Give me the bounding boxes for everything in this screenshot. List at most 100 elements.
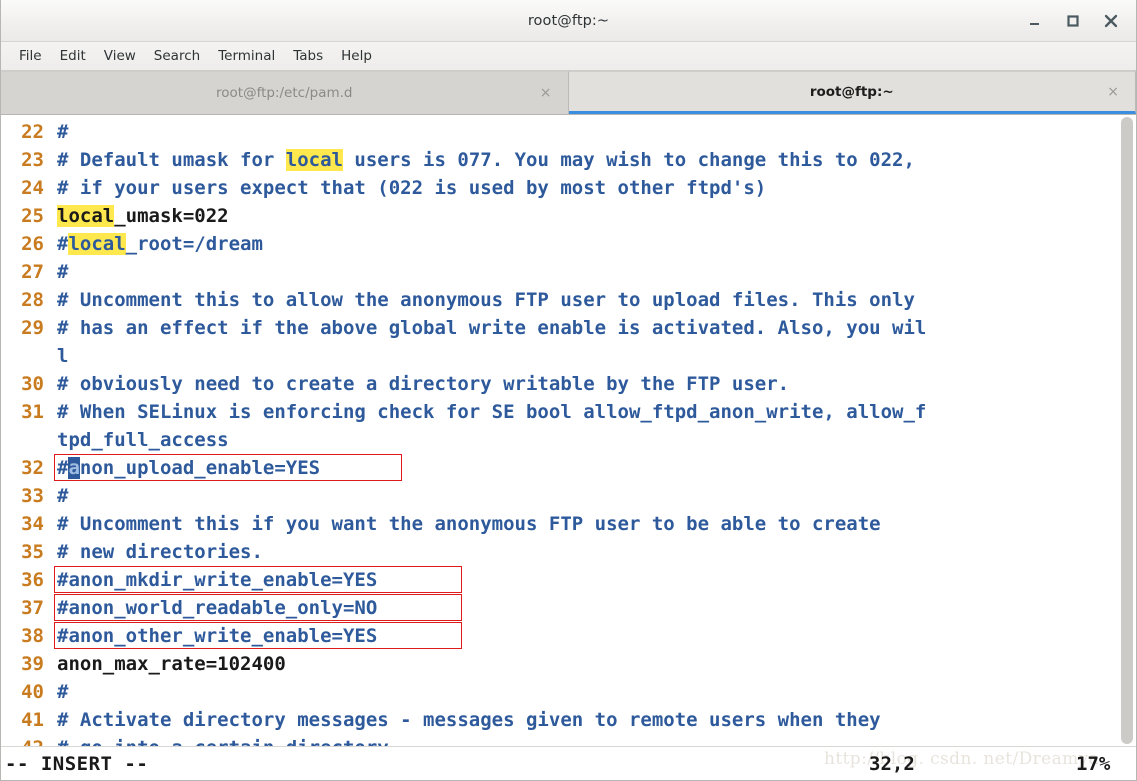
editor-line: 29 # has an effect if the above global wr… [1, 314, 1117, 342]
line-text-segment: _umask=022 [114, 205, 229, 227]
editor-line: 28 # Uncomment this to allow the anonymou… [1, 286, 1117, 314]
line-number: 37 [21, 597, 44, 619]
editor-line: 37 #anon_world_readable_only=NO [1, 594, 1117, 622]
editor-line: 38 #anon_other_write_enable=YES [1, 622, 1117, 650]
editor-line-text: tpd_full_access [57, 429, 229, 451]
editor-line-text: # [57, 485, 69, 507]
line-text-segment: non_upload_enable=YES [79, 457, 321, 479]
menu-item-tabs[interactable]: Tabs [284, 46, 332, 66]
tab-bar: root@ftp:/etc/pam.d × root@ftp:~ × [1, 71, 1136, 115]
cursor-position: 32,2 [869, 752, 915, 775]
menu-item-help[interactable]: Help [332, 46, 381, 66]
editor-line: 30 # obviously need to create a directory… [1, 370, 1117, 398]
tab-close-icon[interactable]: × [1107, 85, 1119, 99]
line-number: 29 [21, 317, 44, 339]
tab-close-icon[interactable]: × [540, 86, 552, 100]
title-bar[interactable]: root@ftp:~ [1, 0, 1136, 42]
editor-line: 42# go into a certain directory. [1, 734, 1117, 746]
line-number [1, 342, 47, 370]
editor-line-text: # [57, 121, 69, 143]
line-text-segment: _root=/dream [125, 233, 263, 255]
line-number: 25 [21, 205, 44, 227]
editor-line-text: # Uncomment this to allow the anonymous … [57, 289, 915, 311]
vim-mode-indicator: -- INSERT -- [5, 752, 149, 775]
line-number: 22 [21, 121, 44, 143]
editor-line: 34 # Uncomment this if you want the anony… [1, 510, 1117, 538]
window-controls [1016, 0, 1130, 41]
line-number: 23 [21, 149, 44, 171]
tab-label: root@ftp:~ [809, 83, 894, 100]
line-number: 38 [21, 625, 44, 647]
line-number: 41 [21, 709, 44, 731]
editor-line-text: # Activate directory messages - messages… [57, 709, 881, 731]
line-number: 36 [21, 569, 44, 591]
editor-line-text: # [57, 261, 69, 283]
tab-pam-d[interactable]: root@ftp:/etc/pam.d × [1, 71, 569, 114]
scroll-percent: 17% [1076, 752, 1111, 775]
search-match-highlight: local [68, 233, 126, 255]
menu-item-file[interactable]: File [10, 46, 51, 66]
close-icon[interactable] [1092, 6, 1130, 36]
line-number: 26 [21, 233, 44, 255]
menu-item-search[interactable]: Search [145, 46, 209, 66]
line-number: 33 [21, 485, 44, 507]
watermark-text: http://blog. csdn. net/Dreamya [824, 749, 1100, 769]
vim-editor[interactable]: 22 #23 # Default umask for local users is … [1, 115, 1117, 746]
menu-item-terminal[interactable]: Terminal [209, 46, 284, 66]
window-title: root@ftp:~ [527, 12, 610, 29]
vim-status-line: -- INSERT -- http://blog. csdn. net/Drea… [1, 746, 1136, 780]
editor-line: 24 # if your users expect that (022 is us… [1, 174, 1117, 202]
scrollbar-thumb[interactable] [1121, 117, 1133, 744]
editor-line: tpd_full_access [1, 426, 1117, 454]
tab-label: root@ftp:/etc/pam.d [216, 85, 353, 101]
editor-line-text-highlighted: #anon_upload_enable=YES [47, 454, 1117, 482]
line-number [1, 426, 47, 454]
editor-line-text: # if your users expect that (022 is used… [57, 177, 767, 199]
editor-line: 39 anon_max_rate=102400 [1, 650, 1117, 678]
line-text-segment: # [57, 233, 69, 255]
editor-line-text: anon_max_rate=102400 [57, 653, 286, 675]
line-number: 28 [21, 289, 44, 311]
editor-line-text-highlighted: #anon_other_write_enable=YES [47, 622, 1117, 650]
line-number: 30 [21, 373, 44, 395]
menu-item-edit[interactable]: Edit [51, 46, 95, 66]
search-match-highlight: local [57, 205, 115, 227]
editor-line-text: # obviously need to create a directory w… [57, 373, 790, 395]
editor-line-text: #local_root=/dream [47, 230, 1117, 258]
tab-home[interactable]: root@ftp:~ × [568, 71, 1136, 114]
line-number: 31 [21, 401, 44, 423]
editor-line: 31 # When SELinux is enforcing check for … [1, 398, 1117, 426]
line-number: 39 [21, 653, 44, 675]
editor-line-text: # Default umask for local users is 077. … [47, 146, 1117, 174]
editor-line-text: # When SELinux is enforcing check for SE… [57, 401, 927, 423]
text-cursor: a [68, 457, 80, 479]
editor-line: 36 #anon_mkdir_write_enable=YES [1, 566, 1117, 594]
editor-line: l [1, 342, 1117, 370]
line-number: 42 [1, 734, 47, 746]
editor-line-text: local_umask=022 [47, 202, 1117, 230]
editor-line: 32 #anon_upload_enable=YES [1, 454, 1117, 482]
editor-line-text: # Uncomment this if you want the anonymo… [57, 513, 881, 535]
search-match-highlight: local [285, 149, 343, 171]
line-text-segment: users is 077. You may wish to change thi… [342, 149, 915, 171]
line-number: 40 [21, 681, 44, 703]
line-number: 24 [21, 177, 44, 199]
editor-line: 27 # [1, 258, 1117, 286]
editor-line-text: # has an effect if the above global writ… [57, 317, 927, 339]
editor-line-text: # go into a certain directory. [47, 734, 1117, 746]
editor-line: 41 # Activate directory messages - messag… [1, 706, 1117, 734]
line-text-segment: # Default umask for [57, 149, 286, 171]
editor-line: 33 # [1, 482, 1117, 510]
scrollbar[interactable] [1117, 115, 1136, 746]
menu-bar: File Edit View Search Terminal Tabs Help [1, 42, 1136, 71]
minimize-icon[interactable] [1016, 6, 1054, 36]
line-number: 32 [21, 457, 44, 479]
line-number: 27 [21, 261, 44, 283]
editor-line-text: # new directories. [57, 541, 263, 563]
maximize-icon[interactable] [1054, 6, 1092, 36]
editor-line-text-highlighted: #anon_mkdir_write_enable=YES [47, 566, 1117, 594]
editor-line: 35 # new directories. [1, 538, 1117, 566]
editor-line: 40 # [1, 678, 1117, 706]
editor-line: 25 local_umask=022 [1, 202, 1117, 230]
menu-item-view[interactable]: View [95, 46, 145, 66]
